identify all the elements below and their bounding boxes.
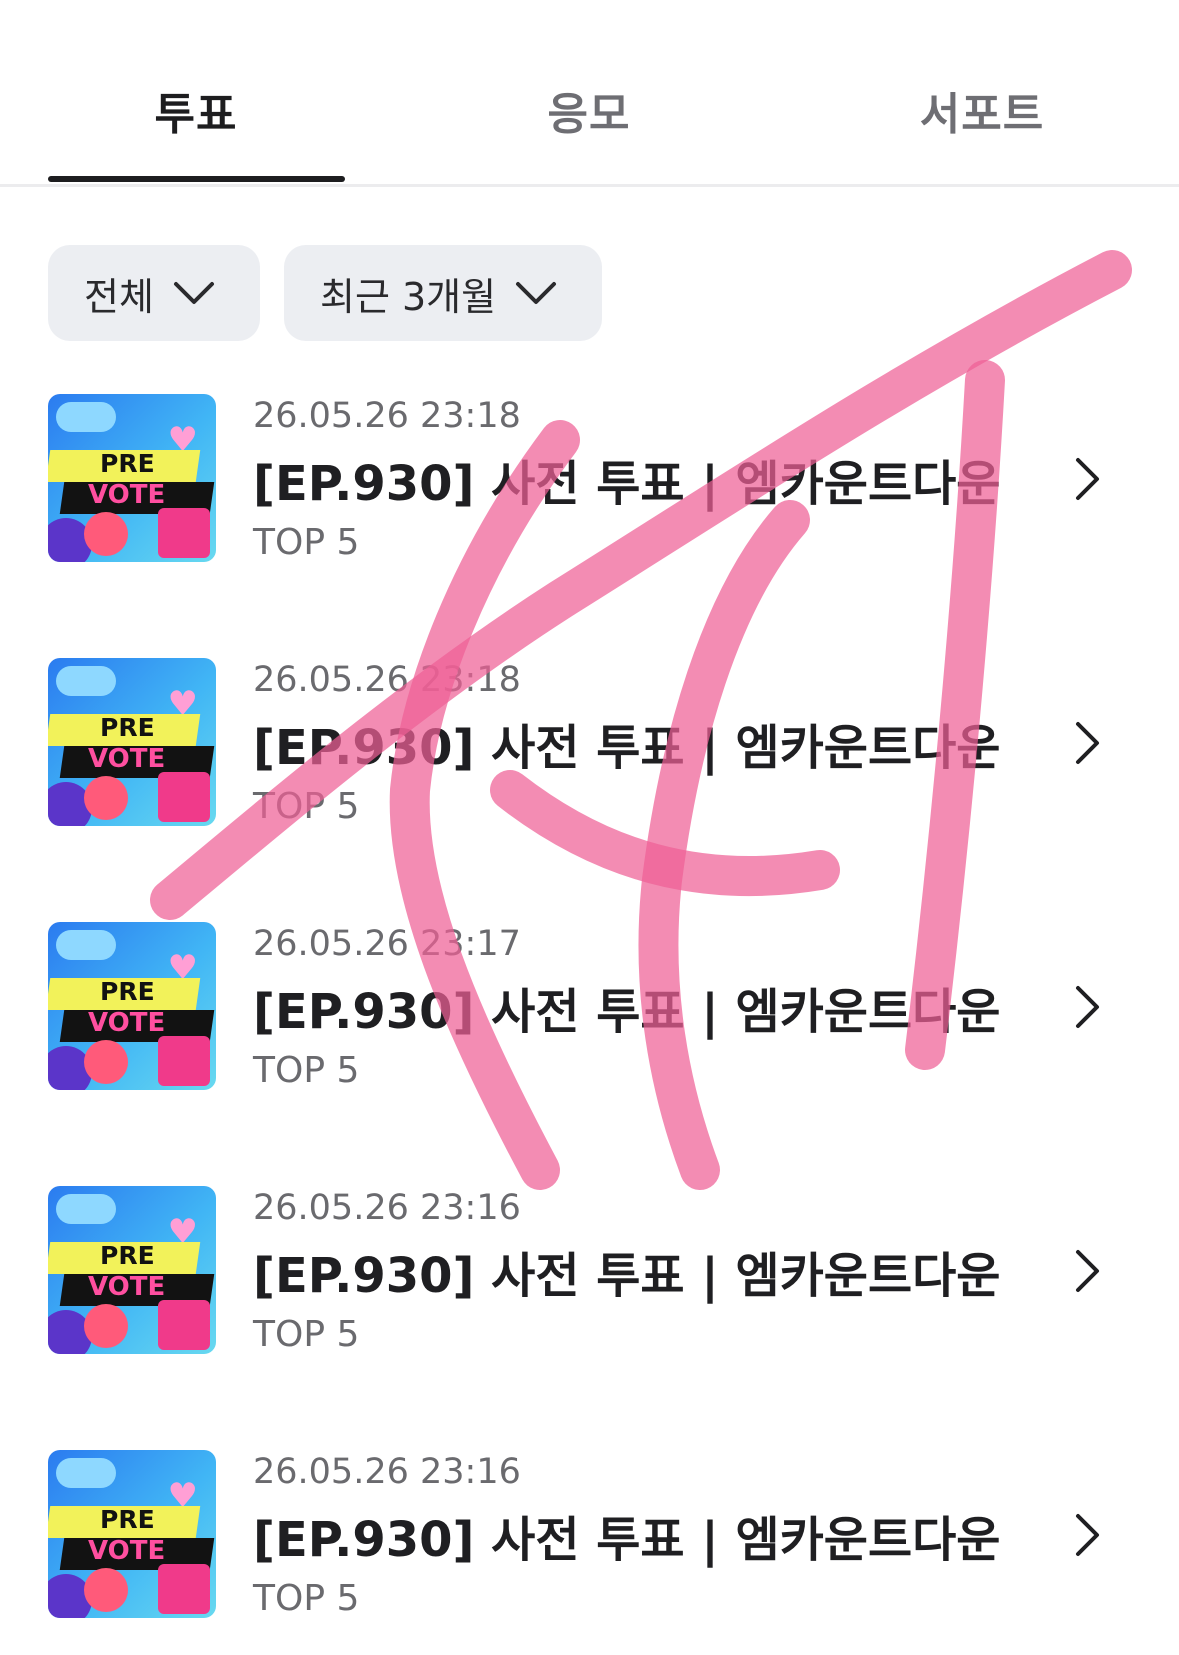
tab-bar: 투표 응모 서포트	[0, 0, 1179, 187]
list-item[interactable]: ♥ PRE VOTE 26.05.26 23:16 [EP.930] 사전 투표…	[0, 1186, 1179, 1376]
thumbnail-text-top: PRE	[100, 1241, 155, 1270]
period-filter-label: 최근 3개월	[320, 274, 497, 319]
thumbnail-text-bottom: VOTE	[88, 1536, 166, 1566]
pre-vote-thumbnail: ♥ PRE VOTE	[48, 658, 216, 826]
chevron-right-icon	[1076, 458, 1099, 500]
period-filter-dropdown[interactable]: 최근 3개월	[284, 245, 602, 341]
item-date: 26.05.26 23:17	[253, 924, 521, 964]
item-title: [EP.930] 사전 투표 | 엠카운트다운	[253, 984, 1001, 1040]
thumbnail-text-bottom: VOTE	[88, 744, 166, 774]
thumbnail-text-top: PRE	[100, 449, 155, 478]
tab-vote[interactable]: 투표	[46, 78, 346, 142]
thumbnail-text-bottom: VOTE	[88, 480, 166, 510]
chevron-down-icon	[173, 282, 214, 304]
chevron-right-icon	[1076, 1250, 1099, 1292]
item-title: [EP.930] 사전 투표 | 엠카운트다운	[253, 456, 1001, 512]
item-date: 26.05.26 23:16	[253, 1452, 521, 1492]
pre-vote-thumbnail: ♥ PRE VOTE	[48, 922, 216, 1090]
pre-vote-thumbnail: ♥ PRE VOTE	[48, 1186, 216, 1354]
list-item[interactable]: ♥ PRE VOTE 26.05.26 23:17 [EP.930] 사전 투표…	[0, 922, 1179, 1112]
item-subtitle: TOP 5	[253, 1314, 360, 1355]
list-item[interactable]: ♥ PRE VOTE 26.05.26 23:16 [EP.930] 사전 투표…	[0, 1450, 1179, 1640]
list-item[interactable]: ♥ PRE VOTE 26.05.26 23:18 [EP.930] 사전 투표…	[0, 658, 1179, 848]
list-item[interactable]: ♥ PRE VOTE 26.05.26 23:18 [EP.930] 사전 투표…	[0, 394, 1179, 584]
chevron-right-icon	[1076, 722, 1099, 764]
item-title: [EP.930] 사전 투표 | 엠카운트다운	[253, 1512, 1001, 1568]
item-date: 26.05.26 23:16	[253, 1188, 521, 1228]
item-title: [EP.930] 사전 투표 | 엠카운트다운	[253, 1248, 1001, 1304]
item-date: 26.05.26 23:18	[253, 660, 521, 700]
thumbnail-text-bottom: VOTE	[88, 1008, 166, 1038]
item-subtitle: TOP 5	[253, 1050, 360, 1091]
item-subtitle: TOP 5	[253, 1578, 360, 1619]
category-filter-dropdown[interactable]: 전체	[48, 245, 260, 341]
category-filter-label: 전체	[84, 274, 154, 319]
item-date: 26.05.26 23:18	[253, 396, 521, 436]
thumbnail-text-top: PRE	[100, 1505, 155, 1534]
item-subtitle: TOP 5	[253, 522, 360, 563]
item-subtitle: TOP 5	[253, 786, 360, 827]
pre-vote-thumbnail: ♥ PRE VOTE	[48, 394, 216, 562]
tab-entry[interactable]: 응모	[439, 78, 739, 142]
pre-vote-thumbnail: ♥ PRE VOTE	[48, 1450, 216, 1618]
tab-support[interactable]: 서포트	[832, 78, 1132, 142]
thumbnail-text-top: PRE	[100, 977, 155, 1006]
item-title: [EP.930] 사전 투표 | 엠카운트다운	[253, 720, 1001, 776]
thumbnail-text-bottom: VOTE	[88, 1272, 166, 1302]
chevron-down-icon	[516, 282, 557, 304]
chevron-right-icon	[1076, 1514, 1099, 1556]
chevron-right-icon	[1076, 986, 1099, 1028]
active-tab-indicator	[48, 176, 345, 182]
thumbnail-text-top: PRE	[100, 713, 155, 742]
